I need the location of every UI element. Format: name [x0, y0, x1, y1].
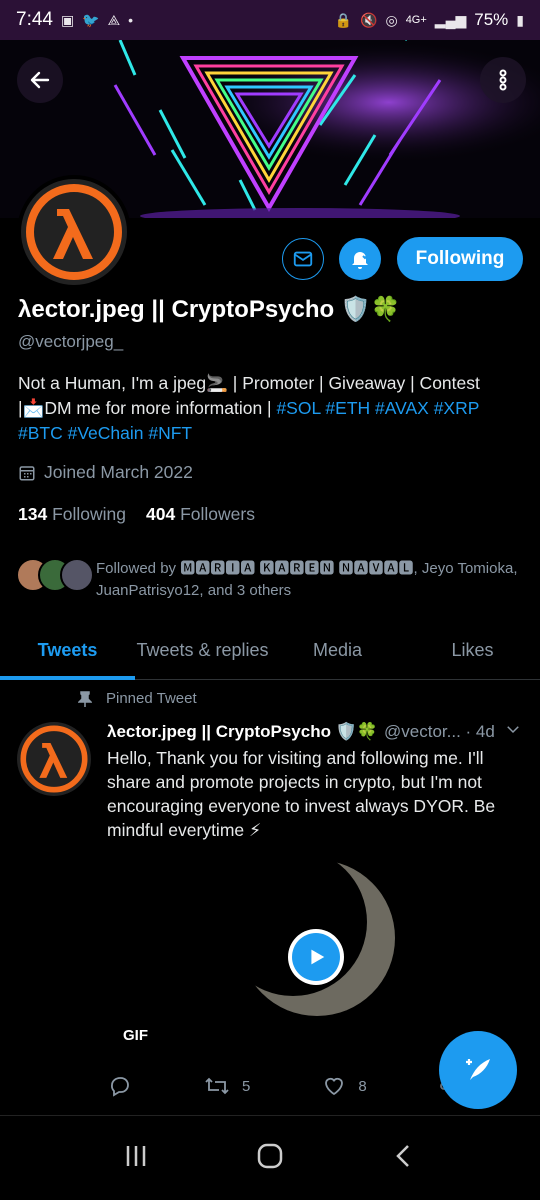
- profile-avatar[interactable]: [17, 175, 131, 289]
- following-label: Following: [52, 504, 127, 524]
- display-name: λector.jpeg || CryptoPsycho 🛡️🍀: [18, 296, 401, 323]
- gallery-notification-icon: ▣: [60, 11, 75, 28]
- mail-icon: [293, 251, 313, 267]
- battery-level: 75%: [474, 10, 509, 29]
- recents-icon: [127, 1145, 146, 1166]
- joined-date: Joined March 2022: [18, 462, 193, 483]
- handle: @vectorjpeg_: [18, 332, 124, 351]
- tab-tweets[interactable]: Tweets: [0, 622, 135, 680]
- back-icon: [395, 1144, 409, 1167]
- lock-icon: 🔒: [334, 11, 353, 28]
- followers-count-link[interactable]: 404 Followers: [146, 504, 255, 525]
- system-nav-bar: [0, 1115, 540, 1200]
- followed-by-avatars[interactable]: [16, 558, 94, 592]
- bio-text-line1: Not a Human, I'm a jpeg🚬 | Promoter | Gi…: [18, 373, 480, 393]
- tweet-header: λector.jpeg || CryptoPsycho 🛡️🍀 @vector.…: [107, 720, 522, 743]
- back-button[interactable]: [17, 57, 63, 103]
- status-bar: 7:44 ▣ 🐦 ⟁ • 🔒 🔇 ◎ 4G+ ▂▄▆ 75% ▮: [0, 0, 540, 40]
- following-button[interactable]: Following: [397, 237, 523, 281]
- followers-count: 404: [146, 504, 176, 524]
- bio: Not a Human, I'm a jpeg🚬 | Promoter | Gi…: [18, 371, 523, 446]
- profile-tabs: Tweets Tweets & replies Media Likes: [0, 622, 540, 680]
- dot-icon: •: [128, 12, 134, 28]
- more-vertical-icon: [499, 69, 507, 91]
- play-button-inner: [292, 933, 340, 981]
- system-back-button[interactable]: [391, 1143, 417, 1174]
- home-icon: [257, 1143, 283, 1168]
- following-count-link[interactable]: 134 Following: [18, 504, 126, 525]
- pinned-tweet-label: Pinned Tweet: [78, 690, 197, 707]
- recents-button[interactable]: [123, 1143, 149, 1174]
- network-type: 4G+: [405, 14, 427, 26]
- followed-by-text[interactable]: Followed by 🅼🅰🆁🅸🅰 🅺🅰🆁🅴🅽 🅽🅰🆅🅰🅻, Jeyo Tomi…: [96, 558, 526, 602]
- back-arrow-icon: [30, 71, 50, 89]
- like-count: 8: [358, 1077, 367, 1095]
- tab-media[interactable]: Media: [270, 622, 405, 679]
- play-button[interactable]: [288, 929, 344, 985]
- tweet-text: Hello, Thank you for visiting and follow…: [107, 748, 496, 840]
- calendar-icon: [19, 465, 35, 480]
- bell-icon: [352, 252, 370, 269]
- reply-icon: [111, 1077, 129, 1097]
- bio-hashtags-line3[interactable]: #BTC #VeChain #NFT: [18, 423, 192, 443]
- message-button[interactable]: [282, 238, 324, 280]
- bio-text-line2: |📩DM me for more information |: [18, 398, 277, 418]
- compose-tweet-icon: [466, 1059, 490, 1080]
- follow-counts: 134 Following 404 Followers: [18, 504, 255, 525]
- battery-icon: ▮: [516, 11, 524, 28]
- like-action[interactable]: 8: [322, 1074, 367, 1098]
- joined-text: Joined March 2022: [44, 462, 193, 482]
- notifications-button[interactable]: [339, 238, 381, 280]
- retweet-action[interactable]: 5: [204, 1074, 250, 1098]
- pin-icon: [78, 690, 92, 707]
- following-count: 134: [18, 504, 48, 524]
- follower-avatar: [60, 558, 94, 592]
- tweet-author-avatar[interactable]: [17, 722, 91, 796]
- play-icon: [311, 949, 325, 965]
- status-time: 7:44: [16, 9, 53, 30]
- compose-tweet-button[interactable]: [439, 1031, 517, 1109]
- signal-icon: ▂▄▆: [434, 11, 467, 28]
- retweet-count: 5: [242, 1077, 251, 1095]
- chevron-down-icon: [507, 726, 519, 734]
- tweet-handle-time: @vector... · 4d: [384, 721, 495, 741]
- hotspot-icon: ◎: [385, 11, 398, 28]
- share-notification-icon: ⟁: [107, 11, 121, 28]
- lambda-logo: [17, 722, 91, 796]
- home-button[interactable]: [256, 1142, 284, 1175]
- reply-action[interactable]: [108, 1074, 132, 1098]
- followers-label: Followers: [180, 504, 255, 524]
- bio-hashtags-line2[interactable]: #SOL #ETH #AVAX #XRP: [276, 398, 479, 418]
- mute-icon: 🔇: [360, 11, 378, 28]
- pinned-text: Pinned Tweet: [106, 690, 197, 707]
- gif-badge: GIF: [123, 1027, 148, 1044]
- heart-icon: [325, 1077, 344, 1096]
- tab-tweets-replies[interactable]: Tweets & replies: [135, 622, 270, 679]
- tweet-author-name[interactable]: λector.jpeg || CryptoPsycho 🛡️🍀: [107, 722, 378, 742]
- tab-likes[interactable]: Likes: [405, 622, 540, 679]
- lambda-logo: [21, 179, 127, 285]
- more-options-button[interactable]: [480, 57, 526, 103]
- twitter-notification-icon: 🐦: [82, 11, 100, 28]
- tweet-menu-button[interactable]: [504, 720, 522, 743]
- retweet-icon: [205, 1077, 229, 1095]
